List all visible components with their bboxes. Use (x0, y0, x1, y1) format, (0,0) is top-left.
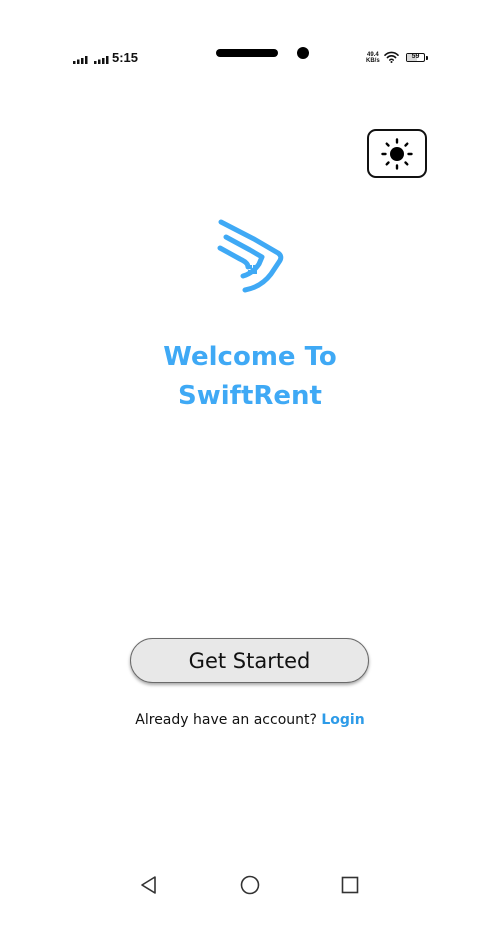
camera-cutout (216, 49, 278, 57)
login-link[interactable]: Login (321, 712, 364, 728)
camera-dot (297, 47, 309, 59)
wifi-icon (384, 51, 399, 63)
login-prompt: Already have an account? Login (0, 712, 500, 728)
signal-icon (94, 56, 109, 64)
swiftrent-logo-icon (217, 219, 284, 293)
status-time: 5:15 (112, 50, 139, 65)
welcome-title-line2: SwiftRent (178, 381, 322, 411)
status-bar: 5:15 49.4 KB/s 59 (0, 0, 500, 110)
back-icon[interactable] (139, 875, 159, 895)
network-speed-unit: KB/s (366, 58, 380, 64)
welcome-title-line1: Welcome To (163, 342, 337, 372)
battery-level-text: 59 (411, 53, 420, 60)
welcome-title: Welcome To SwiftRent (0, 338, 500, 416)
get-started-button[interactable]: Get Started (130, 638, 369, 683)
signal-icon (73, 56, 88, 64)
battery-icon: 59 (406, 53, 428, 62)
sun-icon (381, 137, 413, 170)
network-speed: 49.4 KB/s (366, 52, 380, 64)
theme-toggle-button[interactable] (367, 129, 427, 178)
account-prompt-text: Already have an account? (135, 712, 317, 728)
recents-icon[interactable] (340, 875, 360, 895)
home-icon[interactable] (240, 875, 260, 895)
